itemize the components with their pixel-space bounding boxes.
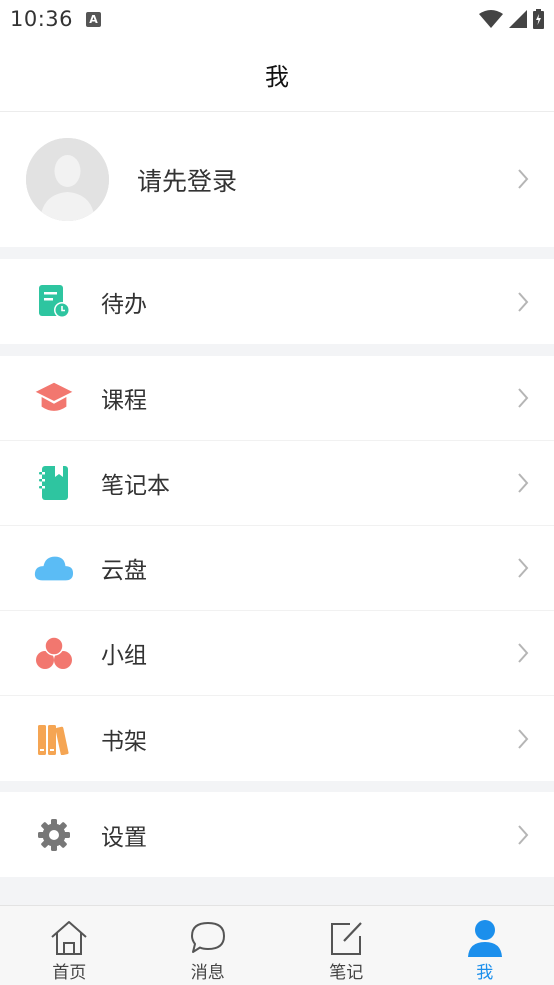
wifi-icon [479, 10, 503, 28]
menu-item-label: 云盘 [101, 558, 147, 584]
tab-label: 首页 [52, 963, 87, 983]
menu-group-todo: 待办 [0, 259, 554, 344]
default-avatar-icon [26, 138, 109, 221]
tab-messages[interactable]: 消息 [139, 906, 278, 985]
chevron-right-icon [518, 169, 529, 189]
profile-card[interactable]: 请先登录 [0, 112, 554, 247]
tab-label: 笔记 [329, 963, 364, 983]
person-icon [465, 919, 505, 957]
avatar [26, 138, 109, 221]
menu-item-todo[interactable]: 待办 [0, 259, 554, 344]
menu-group-settings: 设置 [0, 792, 554, 877]
status-time: 10:36 [10, 7, 74, 31]
menu-item-label: 设置 [101, 824, 147, 851]
menu-item-label: 待办 [101, 291, 147, 318]
menu-item-settings[interactable]: 设置 [0, 792, 554, 877]
chevron-right-icon [518, 824, 529, 845]
menu-item-label: 书架 [101, 728, 147, 755]
home-icon [49, 919, 89, 957]
chat-bubble-icon [188, 919, 228, 957]
bookshelf-icon [34, 719, 74, 759]
tab-notes[interactable]: 笔记 [277, 906, 416, 985]
cloud-icon [34, 548, 74, 588]
menu-item-label: 课程 [101, 388, 147, 414]
notification-badge: A [86, 11, 102, 27]
tab-home[interactable]: 首页 [0, 906, 139, 985]
chevron-right-icon [518, 291, 529, 312]
tab-label: 消息 [190, 963, 225, 983]
page-header: 我 [0, 38, 554, 112]
menu-item-notebook[interactable]: 笔记本 [0, 441, 554, 526]
tab-label: 我 [476, 963, 494, 983]
bottom-tab-bar: 首页 消息 笔记 我 [0, 905, 554, 985]
gear-icon [34, 815, 74, 855]
tab-me[interactable]: 我 [416, 906, 554, 985]
status-right [479, 9, 544, 29]
graduation-cap-icon [34, 378, 74, 418]
menu-item-group[interactable]: 小组 [0, 611, 554, 696]
chevron-right-icon [518, 643, 529, 663]
edit-note-icon [326, 919, 366, 957]
signal-icon [509, 10, 527, 28]
status-bar: 10:36 A [0, 0, 554, 38]
battery-icon [533, 9, 544, 29]
menu-item-bookshelf[interactable]: 书架 [0, 696, 554, 781]
chevron-right-icon [518, 388, 529, 408]
page-title: 我 [265, 63, 289, 91]
chevron-right-icon [518, 558, 529, 578]
notebook-icon [34, 463, 74, 503]
group-circles-icon [34, 633, 74, 673]
login-prompt: 请先登录 [137, 167, 238, 196]
menu-item-cloud[interactable]: 云盘 [0, 526, 554, 611]
chevron-right-icon [518, 728, 529, 749]
menu-group-main: 课程 笔记本 云盘 小组 书架 [0, 356, 554, 781]
menu-item-label: 笔记本 [101, 473, 170, 499]
menu-item-label: 小组 [101, 643, 147, 669]
todo-clock-icon [34, 282, 74, 322]
menu-item-courses[interactable]: 课程 [0, 356, 554, 441]
chevron-right-icon [518, 473, 529, 493]
